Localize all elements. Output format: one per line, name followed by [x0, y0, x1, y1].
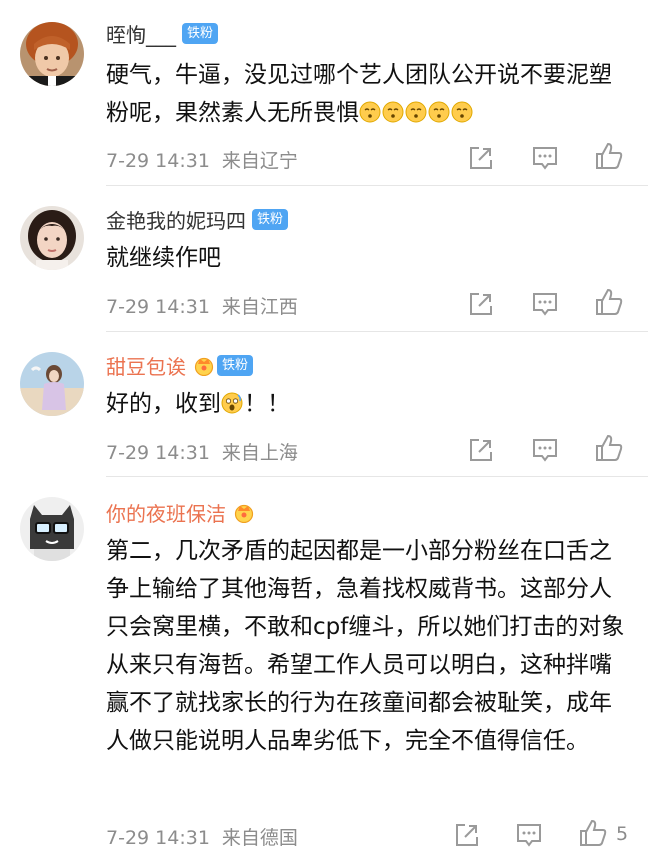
username[interactable]: 甜豆包诶 — [106, 351, 186, 380]
comment-meta: 7-29 14:31 来自辽宁 — [106, 146, 298, 173]
comment-icon — [517, 824, 541, 847]
fan-badge[interactable]: 铁粉 — [217, 354, 254, 376]
timestamp: 7-29 14:31 — [106, 296, 210, 318]
like-icon — [596, 434, 623, 461]
share-icon — [470, 293, 492, 315]
comment-text: 第二，几次矛盾的起因都是一小部分粉丝在口舌之争上输给了其他海哲，急着找权威背书。… — [106, 538, 625, 754]
like-count: 5 — [616, 823, 629, 845]
comment-text: 好的，收到！！ — [106, 391, 290, 417]
comment-meta: 7-29 14:31 来自上海 — [106, 438, 298, 465]
avatar[interactable] — [20, 206, 84, 270]
like-button[interactable] — [594, 433, 624, 463]
fan-badge[interactable]: 铁粉 — [182, 22, 219, 44]
comment-text: 硬气，牛逼，没见过哪个艺人团队公开说不要泥塑粉呢，果然素人无所畏惧 — [106, 62, 612, 126]
location: 来自德国 — [221, 827, 298, 849]
share-button[interactable] — [466, 435, 496, 465]
comment-meta: 7-29 14:31 来自德国 — [106, 823, 298, 850]
location: 来自上海 — [221, 442, 298, 464]
like-button[interactable] — [594, 141, 624, 171]
share-icon — [470, 147, 492, 169]
username[interactable]: 金艳我的妮玛四 — [106, 205, 246, 234]
comment-icon — [533, 439, 557, 462]
comment-text: 就继续作吧 — [106, 245, 221, 271]
comment-icon — [533, 293, 557, 316]
hush-emoji — [359, 101, 381, 123]
hush-emoji — [428, 101, 450, 123]
like-icon — [580, 819, 607, 846]
crown-icon — [194, 357, 214, 376]
username[interactable]: 你的夜班保洁 — [106, 498, 226, 527]
avatar[interactable] — [20, 497, 84, 561]
share-button[interactable] — [466, 289, 496, 319]
comment-item: 甜豆包诶 铁粉 好的，收到！！ 7-29 14:31 来自上海 — [0, 332, 648, 477]
share-icon — [456, 824, 478, 846]
comment-item: 金艳我的妮玛四 铁粉 就继续作吧 7-29 14:31 来自江西 — [0, 186, 648, 332]
like-icon — [596, 142, 623, 169]
reply-button[interactable] — [530, 435, 560, 465]
like-icon — [596, 288, 623, 315]
shocked-emoji — [221, 392, 243, 414]
like-button[interactable] — [594, 287, 624, 317]
hush-emoji — [382, 101, 404, 123]
comment-icon — [533, 147, 557, 170]
timestamp: 7-29 14:31 — [106, 827, 210, 849]
share-button[interactable] — [452, 820, 482, 850]
avatar[interactable] — [20, 22, 84, 86]
emoji-group — [359, 100, 474, 126]
reply-button[interactable] — [530, 289, 560, 319]
comment-item: 你的夜班保洁 第二，几次矛盾的起因都是一小部分粉丝在口舌之争上输给了其他海哲，急… — [0, 477, 648, 859]
comment-meta: 7-29 14:31 来自江西 — [106, 292, 298, 319]
location: 来自辽宁 — [221, 150, 298, 172]
timestamp: 7-29 14:31 — [106, 442, 210, 464]
share-icon — [470, 439, 492, 461]
location: 来自江西 — [221, 296, 298, 318]
share-button[interactable] — [466, 143, 496, 173]
hush-emoji — [405, 101, 427, 123]
like-button[interactable] — [578, 818, 608, 848]
comment-item: 晊恂___ 铁粉 硬气，牛逼，没见过哪个艺人团队公开说不要泥塑粉呢，果然素人无所… — [0, 0, 648, 186]
fan-badge[interactable]: 铁粉 — [252, 208, 289, 230]
reply-button[interactable] — [514, 820, 544, 850]
reply-button[interactable] — [530, 143, 560, 173]
hush-emoji — [451, 101, 473, 123]
username[interactable]: 晊恂___ — [106, 19, 176, 48]
timestamp: 7-29 14:31 — [106, 150, 210, 172]
avatar[interactable] — [20, 352, 84, 416]
crown-icon — [234, 504, 254, 523]
